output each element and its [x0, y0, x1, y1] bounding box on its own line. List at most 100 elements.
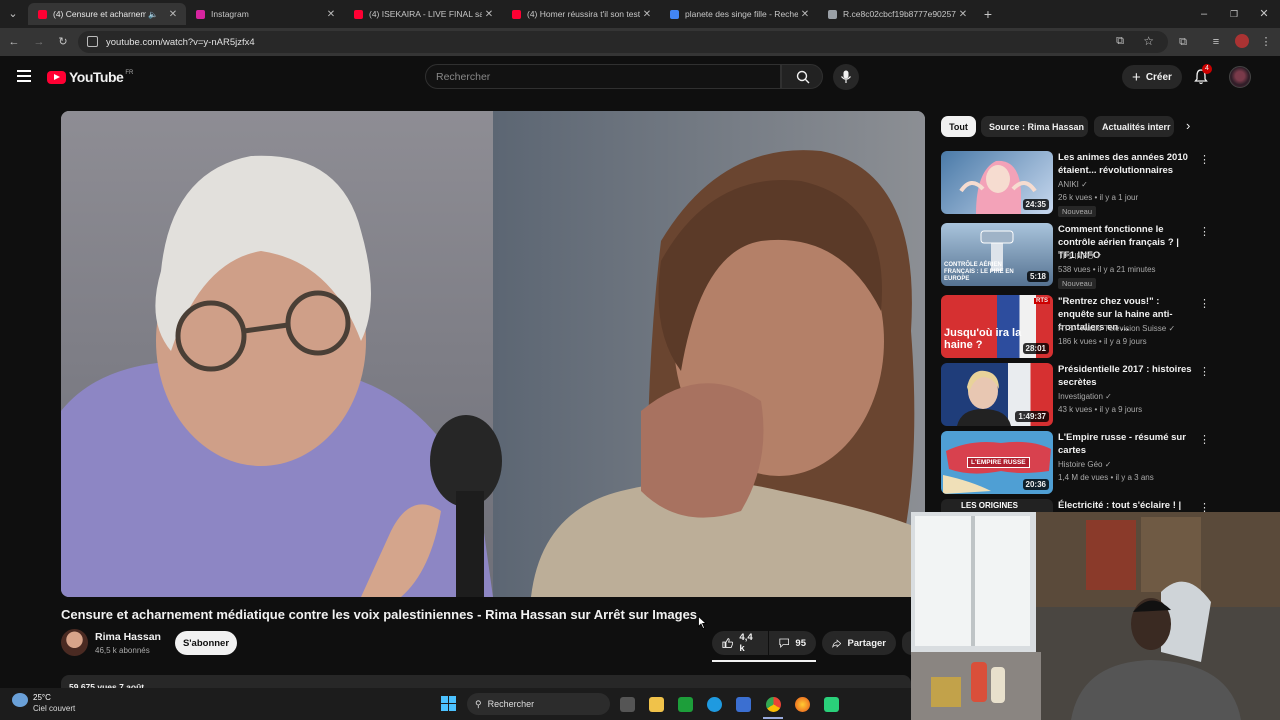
profile-avatar-icon[interactable]: [1235, 34, 1249, 48]
recommendation-item[interactable]: LES ORIGINES Électricité : tout s'éclair…: [941, 499, 1211, 512]
thumbnail-caption: Jusqu'où ira la haine ?: [944, 327, 1022, 351]
taskbar-search[interactable]: ⚲ Rechercher: [467, 693, 610, 715]
chrome-menu-icon[interactable]: ⋮: [1258, 34, 1274, 50]
recommendation-channel[interactable]: Investigation ✓: [1058, 392, 1112, 401]
task-view-icon[interactable]: [620, 697, 635, 712]
channel-avatar[interactable]: [61, 629, 88, 656]
tab-close-icon[interactable]: ✕: [166, 9, 180, 20]
recommendation-meta: 538 vues • il y a 21 minutes: [1058, 265, 1156, 274]
notifications-button[interactable]: 4: [1194, 64, 1212, 90]
tab-close-icon[interactable]: ✕: [798, 9, 812, 20]
like-button[interactable]: 4,4 k: [712, 631, 768, 655]
voice-search-button[interactable]: [833, 64, 859, 90]
youtube-logo[interactable]: YouTube FR: [47, 69, 133, 85]
minimize-icon[interactable]: –: [1196, 6, 1212, 22]
address-bar[interactable]: youtube.com/watch?v=y-nAR5jzfx4 ⧉ ☆: [78, 31, 1168, 53]
recommendation-channel[interactable]: RTS - Radio Télévision Suisse ✓: [1058, 324, 1175, 333]
chip-label: Tout: [949, 121, 968, 132]
microsoft-store-icon[interactable]: [736, 697, 751, 712]
video-thumbnail[interactable]: 24:35: [941, 151, 1053, 214]
thumbnail-caption: CONTRÔLE AÉRIEN FRANÇAIS : LE PIRE EN EU…: [944, 262, 1014, 282]
weather-description[interactable]: Ciel couvert: [33, 704, 75, 713]
tab-close-icon[interactable]: ✕: [956, 9, 970, 20]
browser-toolbar: ← → ↻ youtube.com/watch?v=y-nAR5jzfx4 ⧉ …: [0, 28, 1280, 56]
recommendation-item[interactable]: Jusqu'où ira la haine ? RTS 28:01 "Rentr…: [941, 295, 1211, 361]
reload-icon[interactable]: ↻: [55, 34, 71, 50]
more-options-icon[interactable]: ⋮: [1199, 153, 1210, 166]
chevron-right-icon[interactable]: ›: [1186, 118, 1190, 133]
app-icon[interactable]: [824, 697, 839, 712]
hamburger-menu-icon[interactable]: [17, 70, 31, 82]
weather-icon[interactable]: [12, 693, 28, 707]
tab-close-icon[interactable]: ✕: [640, 9, 654, 20]
new-tab-button[interactable]: +: [980, 6, 996, 22]
back-icon[interactable]: ←: [6, 34, 22, 50]
video-thumbnail[interactable]: LES ORIGINES: [941, 499, 1053, 512]
video-thumbnail[interactable]: Jusqu'où ira la haine ? RTS 28:01: [941, 295, 1053, 358]
browser-tab[interactable]: (4) Homer réussira t'il son test ✕: [502, 3, 660, 25]
share-label: Partager: [847, 637, 886, 649]
tab-title: planete des singe fille - Recher: [685, 9, 798, 19]
site-info-icon[interactable]: [87, 36, 98, 47]
chip-actualites[interactable]: Actualités interr: [1094, 116, 1174, 137]
recommendation-title[interactable]: Les animes des années 2010 étaient... ré…: [1058, 151, 1192, 177]
tab-close-icon[interactable]: ✕: [324, 9, 338, 20]
video-thumbnail[interactable]: 1:49:37: [941, 363, 1053, 426]
chip-source-rima-hassan[interactable]: Source : Rima Hassan: [981, 116, 1088, 137]
recommendation-item[interactable]: CONTRÔLE AÉRIEN FRANÇAIS : LE PIRE EN EU…: [941, 223, 1211, 289]
close-window-icon[interactable]: ✕: [1256, 6, 1272, 22]
weather-temperature[interactable]: 25°C: [33, 693, 51, 702]
comments-button[interactable]: 95: [769, 631, 816, 655]
recommendation-title[interactable]: L'Empire russe - résumé sur cartes: [1058, 431, 1192, 457]
file-explorer-icon[interactable]: [649, 697, 664, 712]
search-button[interactable]: [781, 64, 823, 89]
browser-tab[interactable]: R.ce8c02cbcf19b8777e902578 ✕: [818, 3, 976, 25]
windows-start-icon[interactable]: [441, 696, 457, 712]
maximize-icon[interactable]: ❐: [1226, 6, 1242, 22]
cast-icon[interactable]: ⧉: [1116, 35, 1124, 48]
nvidia-icon[interactable]: [678, 697, 693, 712]
recommendation-item[interactable]: 1:49:37 Présidentielle 2017 : histoires …: [941, 363, 1211, 429]
share-button[interactable]: Partager: [822, 631, 896, 655]
chrome-icon[interactable]: [766, 697, 781, 712]
channel-label: TF1 INFO: [1058, 252, 1094, 261]
more-options-icon[interactable]: ⋮: [1199, 433, 1210, 446]
create-button[interactable]: + Créer: [1122, 65, 1182, 89]
browser-tab[interactable]: (4) Censure et acharnement🔈 ✕: [28, 3, 186, 25]
video-thumbnail[interactable]: CONTRÔLE AÉRIEN FRANÇAIS : LE PIRE EN EU…: [941, 223, 1053, 286]
tab-close-icon[interactable]: ✕: [482, 9, 496, 20]
reading-list-icon[interactable]: ≡: [1208, 34, 1224, 50]
subscribe-button[interactable]: S'abonner: [175, 631, 237, 655]
recommendation-title[interactable]: Présidentielle 2017 : histoires secrètes: [1058, 363, 1192, 389]
recommendation-channel[interactable]: ANIKI ✓: [1058, 180, 1088, 189]
account-avatar[interactable]: [1229, 66, 1251, 88]
extensions-icon[interactable]: ⧉: [1175, 34, 1191, 50]
video-thumbnail[interactable]: L'EMPIRE RUSSE 20:36: [941, 431, 1053, 494]
recommendation-item[interactable]: L'EMPIRE RUSSE 20:36 L'Empire russe - ré…: [941, 431, 1211, 497]
edge-icon[interactable]: [707, 697, 722, 712]
recommendation-title[interactable]: Électricité : tout s'éclaire ! |: [1058, 499, 1192, 512]
browser-tab[interactable]: (4) ISEKAIRA - LIVE FINAL sans ✕: [344, 3, 502, 25]
firefox-icon[interactable]: [795, 697, 810, 712]
channel-name[interactable]: Rima Hassan: [95, 631, 161, 643]
search-placeholder: Rechercher: [436, 70, 491, 83]
browser-tab[interactable]: Instagram ✕: [186, 3, 344, 25]
recommendation-channel[interactable]: Histoire Géo ✓: [1058, 460, 1111, 469]
bookmark-star-icon[interactable]: ☆: [1143, 34, 1154, 48]
recommendation-item[interactable]: 24:35 Les animes des années 2010 étaient…: [941, 151, 1211, 217]
video-player[interactable]: [61, 111, 925, 597]
more-options-icon[interactable]: ⋮: [1199, 297, 1210, 310]
recommendation-channel[interactable]: TF1 INFO ✓: [1058, 252, 1103, 261]
more-options-icon[interactable]: ⋮: [1199, 501, 1210, 512]
tab-search-icon[interactable]: ⌄: [5, 6, 21, 22]
search-input[interactable]: Rechercher: [425, 64, 781, 89]
forward-icon[interactable]: →: [31, 34, 47, 50]
tab-audio-icon[interactable]: 🔈: [146, 10, 160, 19]
chip-tout[interactable]: Tout: [941, 116, 976, 137]
verified-check-icon: ✓: [1104, 460, 1112, 469]
more-options-icon[interactable]: ⋮: [1199, 365, 1210, 378]
more-options-icon[interactable]: ⋮: [1199, 225, 1210, 238]
like-ratio-bar: [712, 660, 816, 662]
tab-title: Instagram: [211, 9, 249, 19]
browser-tab[interactable]: planete des singe fille - Recher ✕: [660, 3, 818, 25]
